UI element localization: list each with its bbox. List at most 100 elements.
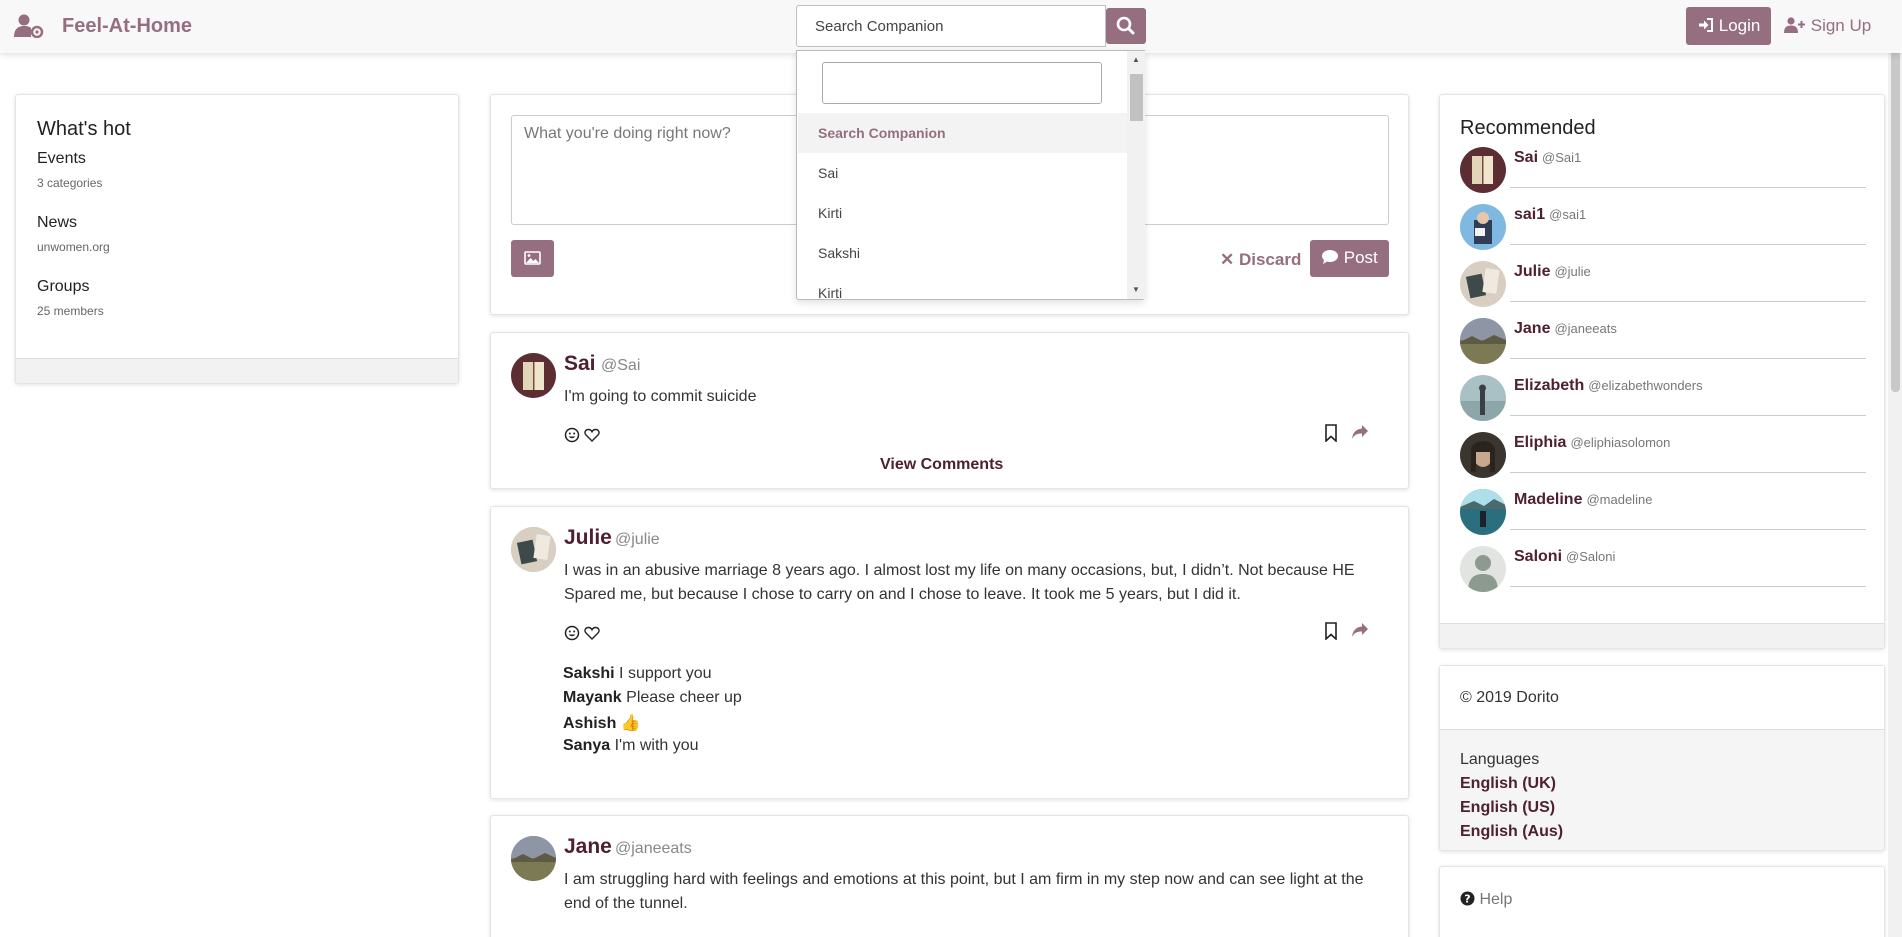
question-circle-icon: ? — [1460, 891, 1475, 906]
svg-text:?: ? — [1464, 893, 1470, 906]
divider — [1510, 415, 1866, 416]
hot-item-events[interactable]: Events — [37, 150, 86, 168]
copyright-text: © 2019 Dorito — [1460, 689, 1559, 706]
eliphia-avatar-image — [1471, 441, 1495, 472]
bookmark-icon[interactable] — [1324, 424, 1338, 447]
emoji-reaction-icon[interactable] — [564, 427, 580, 448]
recommended-user[interactable]: Sai @Sai1 — [1460, 147, 1866, 204]
avatar[interactable] — [1460, 147, 1506, 193]
recommended-user[interactable]: sai1 @sai1 — [1460, 204, 1866, 261]
recommended-name[interactable]: Sai — [1514, 149, 1538, 166]
post-author-handle[interactable]: @Sai — [601, 357, 640, 375]
share-icon[interactable] — [1351, 424, 1369, 445]
hot-item-news[interactable]: News — [37, 214, 77, 232]
share-icon[interactable] — [1351, 622, 1369, 643]
post-author-handle[interactable]: @janeeats — [615, 840, 692, 858]
scroll-down-icon[interactable]: ▼ — [1132, 285, 1140, 294]
language-english-uk[interactable]: English (UK) — [1460, 775, 1556, 793]
user-plus-icon — [1784, 17, 1805, 33]
avatar[interactable] — [1460, 261, 1506, 307]
sign-in-icon — [1699, 18, 1713, 32]
add-image-button[interactable] — [511, 240, 554, 277]
post-card: Sai @Sai I'm going to commit suicide Vie… — [490, 332, 1409, 489]
avatar[interactable] — [511, 353, 556, 398]
divider — [1510, 586, 1866, 587]
recommended-name[interactable]: Julie — [1514, 263, 1550, 280]
scroll-up-icon[interactable]: ▲ — [1132, 55, 1140, 64]
post-author-name[interactable]: Julie — [564, 526, 612, 550]
recommended-name[interactable]: sai1 — [1514, 206, 1545, 223]
discard-button[interactable]: ✕ Discard — [1220, 250, 1301, 270]
recommended-user[interactable]: Julie @julie — [1460, 261, 1866, 318]
divider — [1510, 472, 1866, 473]
language-english-aus[interactable]: English (Aus) — [1460, 823, 1563, 841]
madeline-avatar-image — [1460, 489, 1506, 527]
recommended-user[interactable]: Elizabeth @elizabethwonders — [1460, 375, 1866, 432]
avatar[interactable] — [511, 527, 556, 572]
avatar[interactable] — [1460, 489, 1506, 535]
recommended-user[interactable]: Eliphia @eliphiasolomon — [1460, 432, 1866, 489]
post-author-name[interactable]: Sai — [564, 352, 596, 376]
avatar[interactable] — [511, 836, 556, 881]
default-avatar-image — [1468, 555, 1498, 592]
view-comments-link[interactable]: View Comments — [880, 456, 1003, 474]
avatar[interactable] — [1460, 432, 1506, 478]
footer-card: © 2019 Dorito Languages English (UK) Eng… — [1439, 665, 1885, 851]
avatar[interactable] — [1460, 318, 1506, 364]
dropdown-option[interactable]: Sakshi — [818, 245, 860, 261]
heart-icon[interactable] — [584, 427, 600, 448]
comment-author[interactable]: Ashish — [563, 715, 616, 732]
avatar[interactable] — [1460, 546, 1506, 592]
recommended-handle: @julie — [1554, 264, 1591, 279]
divider — [1510, 301, 1866, 302]
post-card: Julie @julie I was in an abusive marriag… — [490, 506, 1409, 799]
recommended-name[interactable]: Elizabeth — [1514, 377, 1584, 394]
post-button[interactable]: Post — [1310, 240, 1389, 277]
bookmark-icon[interactable] — [1324, 622, 1338, 645]
search-button[interactable] — [1106, 8, 1146, 44]
post-author-handle[interactable]: @julie — [615, 531, 660, 549]
dropdown-scroll-thumb[interactable] — [1130, 74, 1143, 121]
help-link[interactable]: ? Help — [1460, 891, 1512, 909]
avatar[interactable] — [1460, 204, 1506, 250]
avatar[interactable] — [1460, 375, 1506, 421]
user-settings-icon[interactable] — [14, 14, 44, 38]
image-icon — [524, 251, 541, 265]
languages-title: Languages — [1460, 751, 1540, 768]
post-text: I am struggling hard with feelings and e… — [564, 871, 1364, 912]
comment-author[interactable]: Sanya — [563, 737, 610, 754]
dropdown-search-input[interactable] — [822, 62, 1102, 104]
signup-link[interactable]: Sign Up — [1784, 16, 1871, 36]
recommended-user[interactable]: Saloni @Saloni — [1460, 546, 1866, 603]
login-button[interactable]: Login — [1686, 7, 1771, 45]
heart-icon[interactable] — [584, 625, 600, 646]
dropdown-option[interactable]: Sai — [818, 165, 838, 181]
dropdown-group-label: Search Companion — [798, 113, 1127, 153]
jane-avatar-image — [511, 836, 556, 881]
recommended-handle: @madeline — [1586, 492, 1653, 507]
recommended-name[interactable]: Madeline — [1514, 491, 1582, 508]
jane-avatar-image — [1460, 318, 1506, 364]
language-english-us[interactable]: English (US) — [1460, 799, 1555, 817]
dropdown-option[interactable]: Kirti — [818, 205, 842, 221]
hot-item-groups[interactable]: Groups — [37, 278, 89, 296]
comment-author[interactable]: Sakshi — [563, 665, 615, 682]
post-text: I was in an abusive marriage 8 years ago… — [564, 562, 1355, 603]
recommended-name[interactable]: Eliphia — [1514, 434, 1566, 451]
recommended-user[interactable]: Madeline @madeline — [1460, 489, 1866, 546]
brand-name[interactable]: Feel-At-Home — [62, 15, 192, 38]
post-author-name[interactable]: Jane — [564, 835, 612, 859]
divider — [1510, 358, 1866, 359]
page-scroll-thumb[interactable] — [1891, 2, 1900, 392]
comment-text: I'm with you — [614, 737, 699, 754]
comment-author[interactable]: Mayank — [563, 689, 622, 706]
book-avatar-image — [523, 362, 544, 390]
dropdown-option[interactable]: Kirti — [818, 285, 842, 301]
recommended-name[interactable]: Jane — [1514, 320, 1550, 337]
recommended-user[interactable]: Jane @janeeats — [1460, 318, 1866, 375]
search-companion-select[interactable]: Search Companion — [796, 5, 1106, 47]
recommended-handle: @Saloni — [1566, 549, 1616, 564]
recommended-footer — [1440, 623, 1884, 648]
emoji-reaction-icon[interactable] — [564, 625, 580, 646]
recommended-name[interactable]: Saloni — [1514, 548, 1562, 565]
